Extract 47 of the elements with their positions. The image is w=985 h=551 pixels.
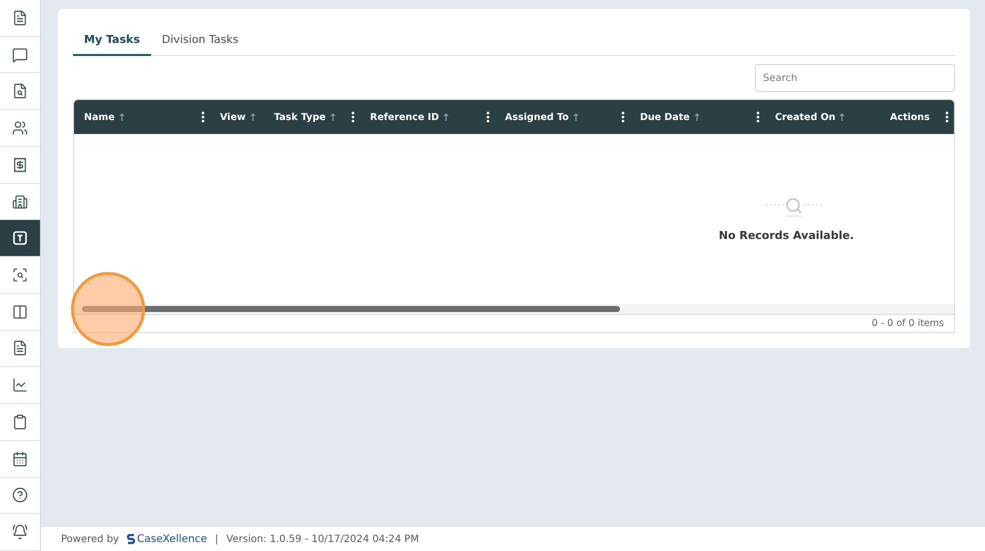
file-search-icon bbox=[12, 83, 28, 100]
sort-arrow-icon[interactable] bbox=[330, 113, 336, 121]
empty-message: No Records Available. bbox=[718, 228, 854, 242]
column-menu-icon[interactable] bbox=[756, 111, 760, 123]
tab[interactable]: Division Tasks bbox=[150, 29, 250, 56]
column-header[interactable]: Created On bbox=[775, 112, 836, 122]
search-field[interactable]: Search bbox=[755, 64, 955, 92]
document-icon bbox=[12, 10, 28, 26]
column-header[interactable]: Actions bbox=[890, 112, 930, 122]
column-menu-icon[interactable] bbox=[945, 111, 949, 123]
clipboard-icon bbox=[12, 414, 28, 430]
scan-search-icon bbox=[12, 267, 28, 283]
sort-arrow-icon[interactable] bbox=[443, 113, 450, 121]
columns-icon bbox=[12, 304, 28, 320]
powered-by-text: Powered by bbox=[61, 534, 119, 544]
column-header[interactable]: Reference ID bbox=[370, 112, 440, 122]
bell-icon bbox=[12, 524, 28, 540]
column-header[interactable]: Name bbox=[84, 112, 115, 122]
column-menu-icon[interactable] bbox=[351, 111, 355, 123]
sidebar-item[interactable] bbox=[0, 220, 40, 258]
column-menu-icon[interactable] bbox=[486, 111, 490, 123]
sort-arrow-icon[interactable] bbox=[250, 113, 256, 121]
chat-icon bbox=[12, 46, 28, 63]
building-icon bbox=[12, 194, 28, 210]
sort-arrow-icon[interactable] bbox=[118, 113, 125, 121]
footer-separator: | bbox=[215, 534, 218, 544]
column-menu-icon[interactable] bbox=[621, 111, 625, 123]
sort-arrow-icon[interactable] bbox=[839, 113, 846, 121]
help-icon bbox=[12, 487, 28, 504]
brand-logo: CaseXellence bbox=[126, 533, 208, 545]
task-icon bbox=[12, 230, 28, 246]
column-header[interactable]: Assigned To bbox=[505, 112, 569, 122]
column-menu-icon[interactable] bbox=[201, 111, 205, 123]
sort-arrow-icon[interactable] bbox=[694, 113, 700, 121]
receipt-icon bbox=[12, 156, 28, 173]
users-icon bbox=[12, 120, 28, 136]
sort-arrow-icon[interactable] bbox=[572, 113, 579, 121]
tab[interactable]: My Tasks bbox=[73, 29, 151, 56]
document-icon bbox=[12, 340, 28, 356]
chart-icon bbox=[12, 377, 28, 394]
column-header[interactable]: Task Type bbox=[274, 112, 326, 122]
column-header[interactable]: View bbox=[220, 112, 246, 122]
column-header[interactable]: Due Date bbox=[640, 112, 690, 122]
search-empty-icon bbox=[764, 196, 824, 216]
version-text: Version: 1.0.59 - 10/17/2024 04:24 PM bbox=[226, 534, 419, 544]
pager-info: 0 - 0 of 0 items bbox=[872, 318, 944, 329]
calendar-icon bbox=[12, 450, 28, 467]
